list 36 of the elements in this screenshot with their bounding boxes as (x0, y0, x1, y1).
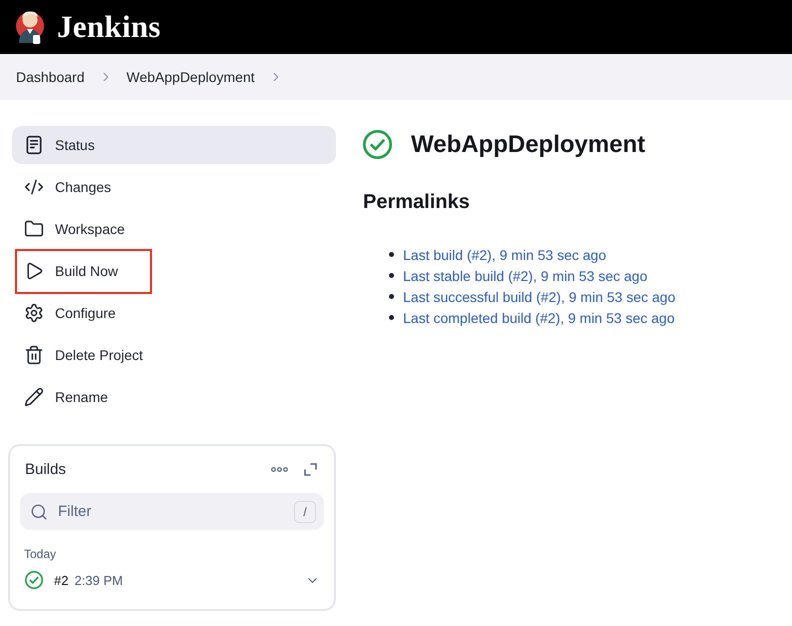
expand-icon[interactable] (304, 462, 317, 476)
filter-field[interactable]: Filter / (20, 493, 324, 530)
bullet-icon (389, 273, 394, 278)
sidebar-item[interactable]: Rename (12, 378, 336, 416)
search-icon (30, 502, 48, 520)
more-icon[interactable] (271, 466, 288, 472)
permalink[interactable]: Last stable build (#2), 9 min 53 sec ago (403, 268, 648, 284)
document-icon (24, 135, 44, 155)
breadcrumb-link[interactable]: WebAppDeployment (126, 69, 255, 85)
permalink[interactable]: Last completed build (#2), 9 min 53 sec ago (403, 310, 675, 326)
section-heading: Permalinks (363, 191, 470, 214)
bullet-icon (389, 252, 394, 257)
group-label: Today (23, 547, 58, 561)
shortcut-key: / (294, 500, 316, 522)
sidebar-item[interactable]: Build Now (12, 252, 336, 290)
code-icon (24, 177, 44, 197)
sidebar-item[interactable]: Workspace (12, 210, 336, 248)
trash-icon (24, 345, 44, 365)
bullet-icon (389, 294, 394, 299)
filter-input[interactable]: Filter (58, 500, 284, 524)
permalink[interactable]: Last successful build (#2), 9 min 53 sec ago (403, 288, 676, 304)
folder-icon (24, 219, 44, 239)
breadcrumb-link[interactable]: Dashboard (16, 69, 84, 85)
build-time: 2:39 PM (74, 572, 124, 588)
pencil-icon (24, 387, 44, 407)
gear-icon (24, 303, 44, 323)
bullet-icon (389, 315, 394, 320)
sidebar-item[interactable]: Status (12, 126, 336, 164)
brand-name[interactable]: Jenkins (57, 9, 161, 45)
sidebar-item[interactable]: Delete Project (12, 336, 336, 374)
sidebar-item[interactable]: Configure (12, 294, 336, 332)
project-title: WebAppDeployment (411, 130, 646, 158)
permalink[interactable]: Last build (#2), 9 min 53 sec ago (403, 246, 606, 262)
card-title: Builds (25, 460, 67, 478)
sidebar-item[interactable]: Changes (12, 168, 336, 206)
build-number-link[interactable]: #2 (54, 572, 68, 588)
